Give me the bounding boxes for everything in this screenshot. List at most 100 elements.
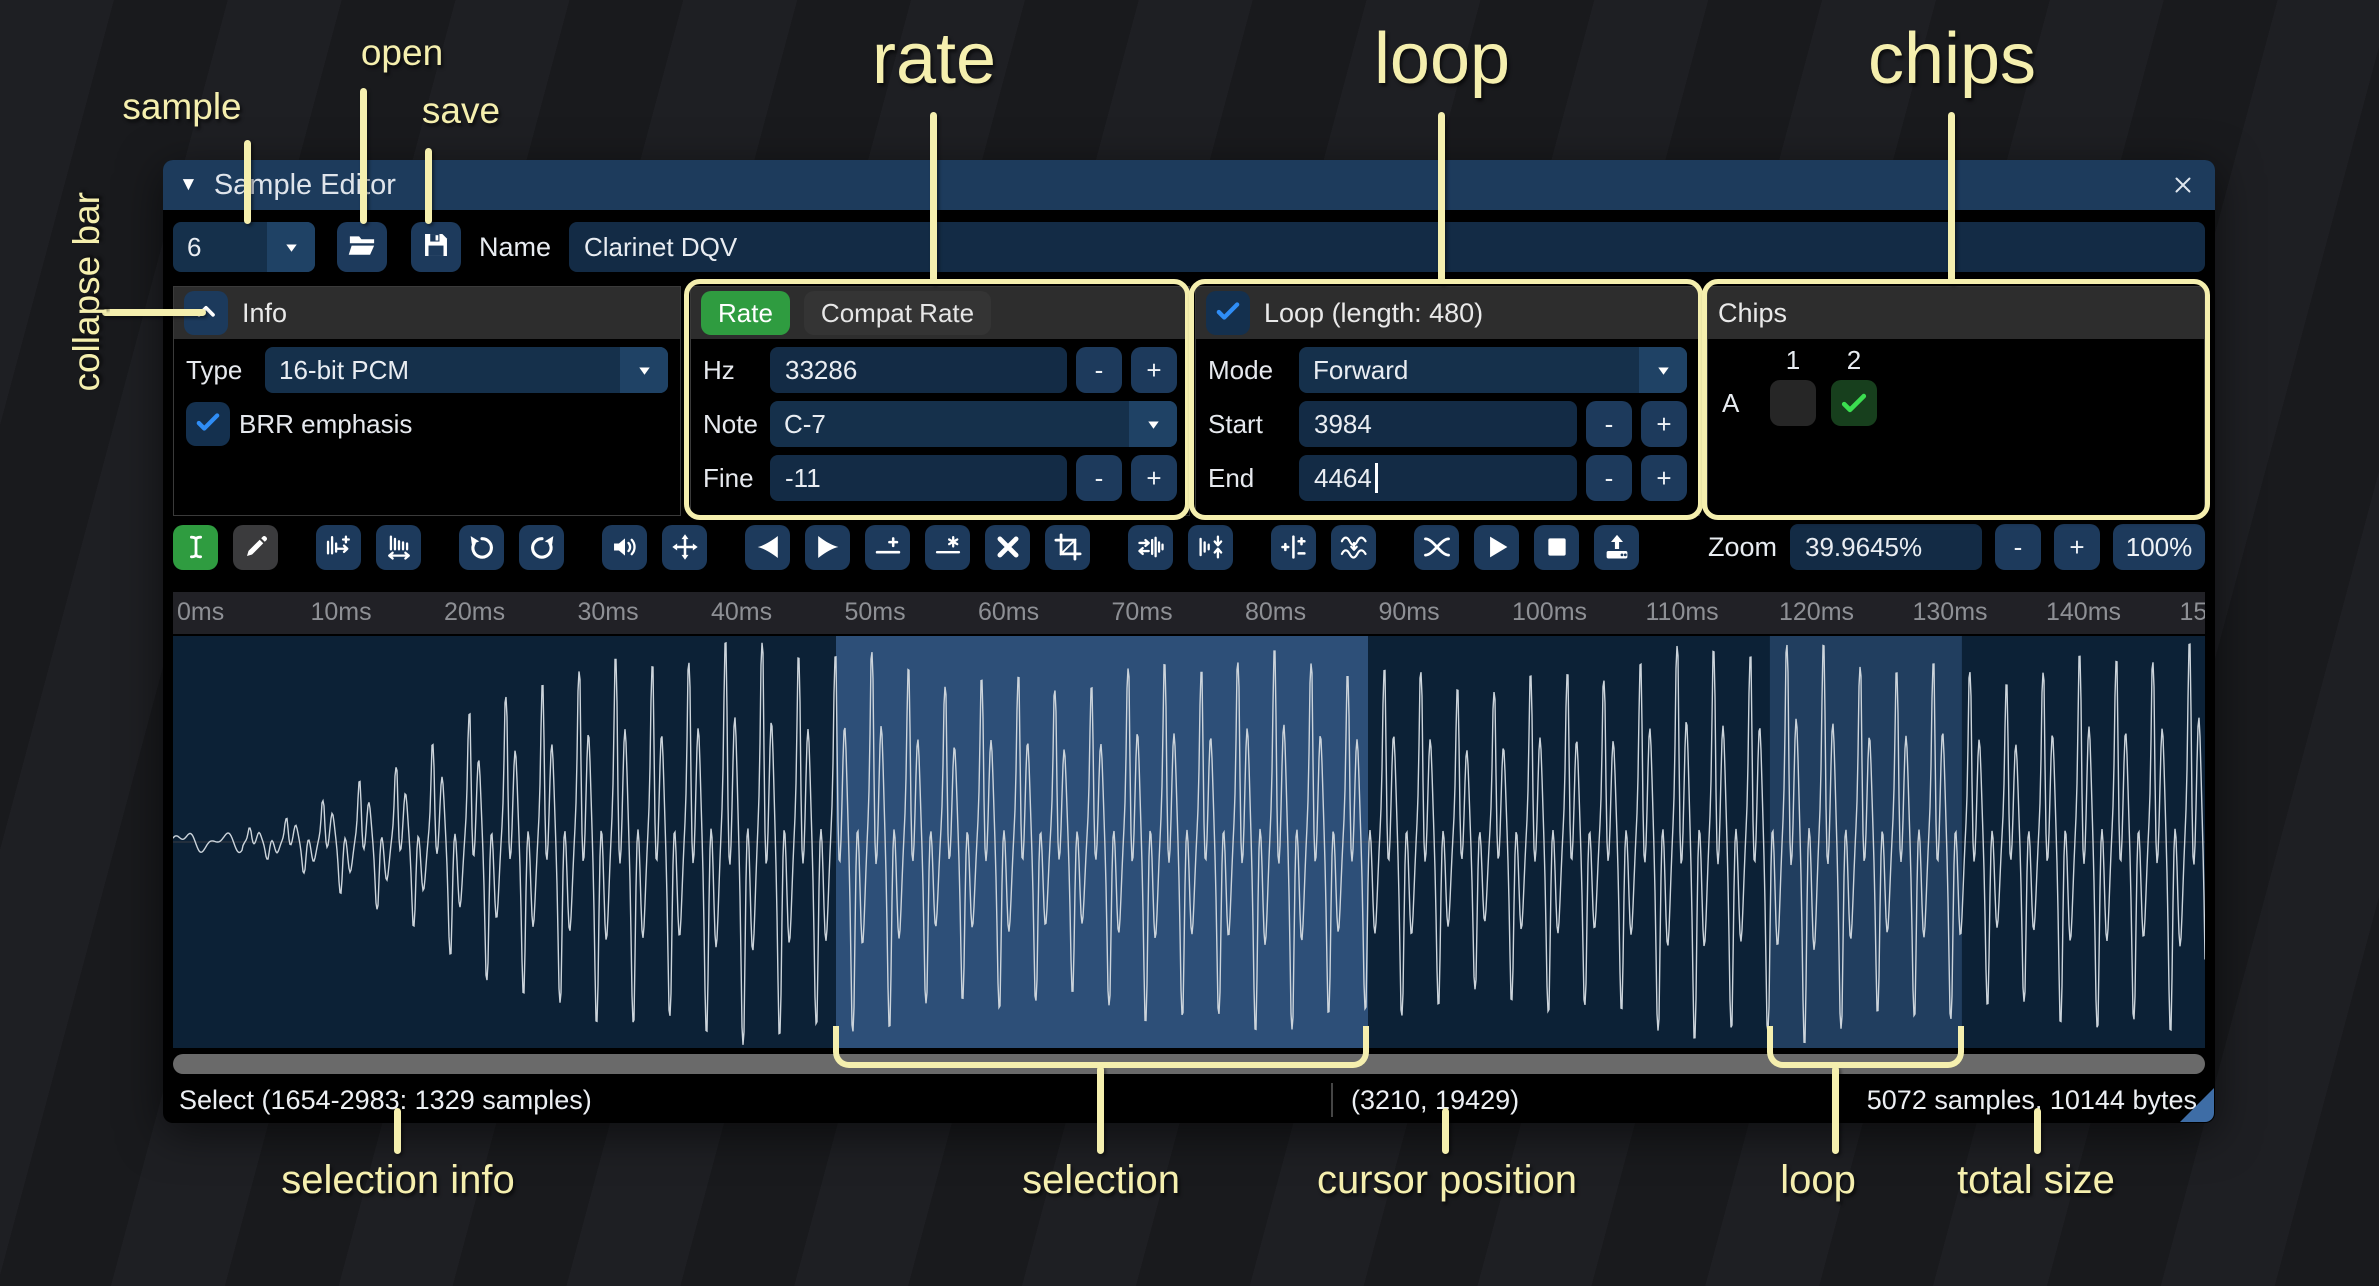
ruler-tick-label: 30ms [578, 598, 639, 627]
make-instrument-button[interactable] [1594, 525, 1639, 570]
sample-select[interactable]: 6 [173, 222, 315, 272]
chevron-down-icon[interactable] [267, 222, 315, 272]
insert-silence-button[interactable] [865, 525, 910, 570]
amplify-button[interactable] [602, 525, 647, 570]
annotation-line [1097, 1066, 1104, 1154]
ruler-tick-label: 110ms [1646, 598, 1719, 627]
pencil-icon [241, 532, 271, 562]
annotation-line [1948, 112, 1955, 284]
annotation-line [930, 112, 937, 284]
info-panel: Info Type 16-bit PCM BRR emphasis [173, 286, 681, 516]
zoom-controls: Zoom 39.9645% - + 100% [1708, 524, 2205, 570]
fade-in-button[interactable] [745, 525, 790, 570]
floppy-disk-icon [421, 230, 451, 265]
resize-button[interactable] [316, 525, 361, 570]
ruler-tick-label: 50ms [845, 598, 906, 627]
save-sample-button[interactable] [411, 222, 461, 272]
fade-out-button[interactable] [805, 525, 850, 570]
annotation-selection: selection [1022, 1158, 1180, 1203]
speaker-icon [610, 532, 640, 562]
brr-emphasis-label: BRR emphasis [239, 409, 412, 440]
wave-reverse-icon [1136, 532, 1166, 562]
resample-button[interactable] [376, 525, 421, 570]
zoom-reset-button[interactable]: 100% [2113, 524, 2205, 570]
normalize-button[interactable] [662, 525, 707, 570]
ruler-tick-label: 40ms [711, 598, 772, 627]
close-icon[interactable] [2165, 167, 2201, 203]
filter-wave-icon [1339, 532, 1369, 562]
cross-arrows-icon [670, 532, 700, 562]
delete-button[interactable] [985, 525, 1030, 570]
reverse-button[interactable] [1128, 525, 1173, 570]
ruler-tick-label: 70ms [1112, 598, 1173, 627]
ruler-tick-label: 60ms [978, 598, 1039, 627]
ruler-tick-label: 150ms [2180, 598, 2206, 627]
annotation-line [244, 140, 251, 224]
sample-name-input[interactable]: Clarinet DQV [569, 222, 2205, 272]
redo-button[interactable] [519, 525, 564, 570]
zoom-in-button[interactable]: + [2054, 524, 2100, 570]
sample-type-select[interactable]: 16-bit PCM [265, 347, 668, 393]
edit-mode-select-button[interactable] [173, 525, 218, 570]
open-sample-button[interactable] [337, 222, 387, 272]
annotation-loop: loop [1374, 18, 1510, 100]
sign-invert-icon [1279, 532, 1309, 562]
annotation-selection-info: selection info [281, 1158, 514, 1203]
ruler-tick-label: 130ms [1913, 598, 1988, 627]
annotation-collapse-bar: collapse bar [66, 192, 108, 392]
annotation-bracket-loop [1767, 1026, 1964, 1068]
annotation-line [1832, 1066, 1839, 1154]
total-size-text: 5072 samples, 10144 bytes [1867, 1078, 2197, 1122]
annotation-bracket-selection [833, 1026, 1369, 1068]
annotation-total-size: total size [1957, 1158, 2115, 1203]
ruler-tick-label: 100ms [1512, 598, 1587, 627]
edit-mode-draw-button[interactable] [233, 525, 278, 570]
type-label: Type [186, 355, 256, 386]
annotation-rate: rate [872, 18, 996, 100]
selection-info-text: Select (1654-2983: 1329 samples) [179, 1078, 592, 1122]
annotation-box-chips [1702, 279, 2210, 520]
ruler-tick-label: 90ms [1379, 598, 1440, 627]
sign-invert-button[interactable] [1271, 525, 1316, 570]
ruler-tick-label: 120ms [1779, 598, 1854, 627]
annotation-save: save [422, 90, 500, 132]
window-collapse-icon[interactable]: ▼ [179, 174, 198, 196]
sample-toolbar: Zoom 39.9645% - + 100% [173, 522, 2205, 572]
window-title: Sample Editor [214, 169, 396, 202]
crop-icon [1053, 532, 1083, 562]
window-titlebar[interactable]: ▼ Sample Editor [163, 160, 2215, 210]
crossfade-icon [1422, 532, 1452, 562]
zoom-out-button[interactable]: - [1995, 524, 2041, 570]
wave-plus-icon [324, 532, 354, 562]
annotation-loop-bottom: loop [1780, 1158, 1856, 1203]
invert-button[interactable] [1188, 525, 1233, 570]
apply-silence-button[interactable] [925, 525, 970, 570]
folder-open-icon [347, 230, 377, 265]
annotation-open: open [361, 32, 443, 74]
zoom-input[interactable]: 39.9645% [1790, 524, 1982, 570]
chevron-down-icon[interactable] [620, 347, 668, 393]
brr-emphasis-checkbox[interactable] [186, 402, 230, 446]
sample-row: 6 Name Clarinet DQV [173, 222, 2205, 274]
undo-button[interactable] [459, 525, 504, 570]
stop-preview-button[interactable] [1534, 525, 1579, 570]
filter-button[interactable] [1331, 525, 1376, 570]
waveform-display[interactable] [173, 636, 2205, 1048]
wave-stretch-icon [384, 532, 414, 562]
cursor-position-text: (3210, 19429) [1351, 1078, 1519, 1122]
annotation-chips: chips [1868, 18, 2036, 100]
info-panel-header: Info [174, 287, 680, 339]
ruler-tick-label: 140ms [2046, 598, 2121, 627]
check-icon [194, 408, 222, 441]
status-divider [1331, 1083, 1333, 1117]
toolbar-buttons [173, 525, 1639, 570]
zoom-label: Zoom [1708, 532, 1777, 563]
crossfade-loop-button[interactable] [1414, 525, 1459, 570]
x-mark-icon [993, 532, 1023, 562]
preview-button[interactable] [1474, 525, 1519, 570]
resize-grip[interactable] [2180, 1088, 2214, 1122]
undo-icon [467, 532, 497, 562]
line-plus-icon [873, 532, 903, 562]
screenshot-root: ▼ Sample Editor 6 Name Clarinet DQV [0, 0, 2379, 1286]
trim-button[interactable] [1045, 525, 1090, 570]
